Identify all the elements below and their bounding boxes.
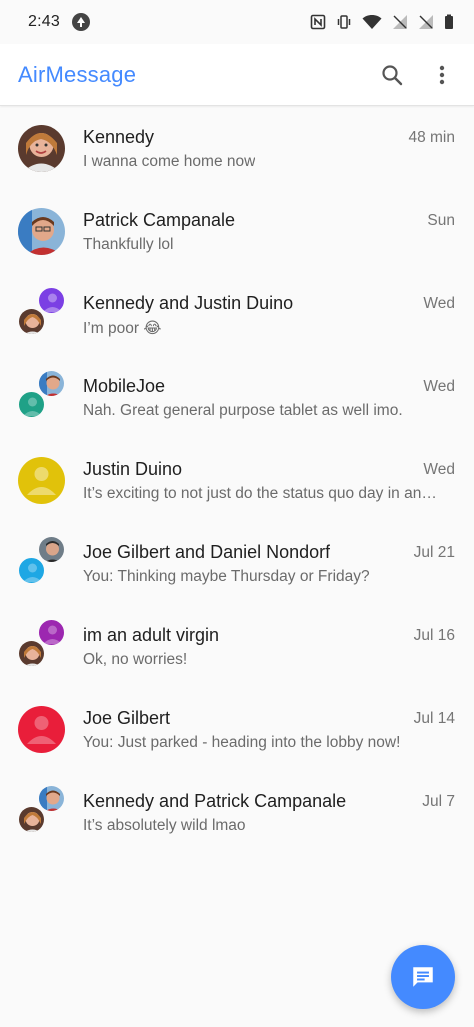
conversation-preview: Thankfully lol — [83, 236, 174, 253]
conversation-time: Jul 14 — [413, 710, 455, 727]
conversation-title: Patrick Campanale — [83, 210, 236, 230]
conversation-title: im an adult virgin — [83, 625, 220, 645]
new-message-button[interactable] — [391, 945, 455, 1009]
avatar — [18, 308, 45, 335]
conversation-time: 48 min — [408, 129, 455, 146]
conversation-time: Jul 21 — [413, 544, 455, 561]
upload-icon — [71, 13, 90, 31]
avatar — [18, 640, 45, 667]
conversation-row[interactable]: Joe Gilbert You: Just parked - heading i… — [0, 688, 474, 771]
avatar — [18, 391, 45, 418]
conversation-title: MobileJoe — [83, 376, 166, 396]
no-signal-icon — [393, 15, 407, 29]
conversation-preview: I wanna come home now — [83, 153, 256, 170]
status-time: 2:43 — [28, 13, 60, 30]
new-message-icon — [413, 967, 433, 987]
avatar — [18, 806, 45, 833]
avatar — [38, 370, 65, 397]
conversation-row[interactable]: Kennedy I wanna come home now 48 min — [0, 107, 474, 190]
conversation-row[interactable]: Joe Gilbert and Daniel Nondorf You: Thin… — [0, 522, 474, 605]
conversation-row[interactable]: Kennedy and Patrick Campanale It’s absol… — [0, 771, 474, 854]
app-title: AirMessage — [18, 61, 137, 87]
conversation-title: Justin Duino — [83, 459, 183, 479]
avatar — [18, 457, 65, 504]
conversation-time: Jul 7 — [422, 793, 455, 810]
conversation-row[interactable]: im an adult virgin Ok, no worries! Jul 1… — [0, 605, 474, 688]
app-bar: AirMessage — [0, 44, 474, 106]
more-options-button[interactable] — [428, 61, 456, 89]
avatar — [18, 557, 45, 584]
conversation-time: Jul 16 — [413, 627, 455, 644]
avatar — [38, 536, 65, 563]
conversation-preview: It’s absolutely wild lmao — [83, 817, 246, 834]
conversation-preview: Nah. Great general purpose tablet as wel… — [83, 402, 403, 419]
conversation-list: Kennedy I wanna come home now 48 min Pat… — [0, 107, 474, 854]
conversation-preview: I’m poor 😂 — [83, 320, 162, 337]
conversation-time: Wed — [423, 378, 455, 395]
conversation-preview: You: Just parked - heading into the lobb… — [83, 734, 401, 751]
avatar — [18, 125, 65, 172]
avatar — [38, 287, 65, 314]
conversation-title: Joe Gilbert — [83, 708, 171, 728]
avatar — [18, 706, 65, 753]
avatar — [38, 785, 65, 812]
nfc-icon — [310, 14, 326, 30]
conversation-title: Kennedy and Justin Duino — [83, 293, 294, 313]
conversation-row[interactable]: Justin Duino It’s exciting to not just d… — [0, 439, 474, 522]
conversation-title: Kennedy — [83, 127, 155, 147]
conversation-preview: You: Thinking maybe Thursday or Friday? — [83, 568, 370, 585]
search-icon — [382, 64, 403, 85]
avatar — [38, 619, 65, 646]
conversation-title: Kennedy and Patrick Campanale — [83, 791, 347, 811]
conversation-preview: Ok, no worries! — [83, 651, 188, 668]
battery-icon — [445, 14, 453, 29]
no-signal-icon — [419, 15, 433, 29]
status-bar: 2:43 — [0, 0, 474, 44]
conversation-row[interactable]: MobileJoe Nah. Great general purpose tab… — [0, 356, 474, 439]
conversation-time: Wed — [423, 295, 455, 312]
vibrate-icon — [337, 15, 351, 29]
conversation-row[interactable]: Patrick Campanale Thankfully lol Sun — [0, 190, 474, 273]
search-button[interactable] — [378, 61, 406, 89]
conversation-row[interactable]: Kennedy and Justin Duino I’m poor 😂 Wed — [0, 273, 474, 356]
status-icons — [310, 14, 454, 30]
app-bar-actions — [378, 61, 456, 89]
wifi-icon — [362, 15, 382, 29]
more-vert-icon — [439, 65, 445, 84]
conversation-title: Joe Gilbert and Daniel Nondorf — [83, 542, 331, 562]
conversation-time: Wed — [423, 461, 455, 478]
conversation-preview: It’s exciting to not just do the status … — [83, 485, 437, 502]
conversation-time: Sun — [427, 212, 455, 229]
avatar — [18, 208, 65, 255]
